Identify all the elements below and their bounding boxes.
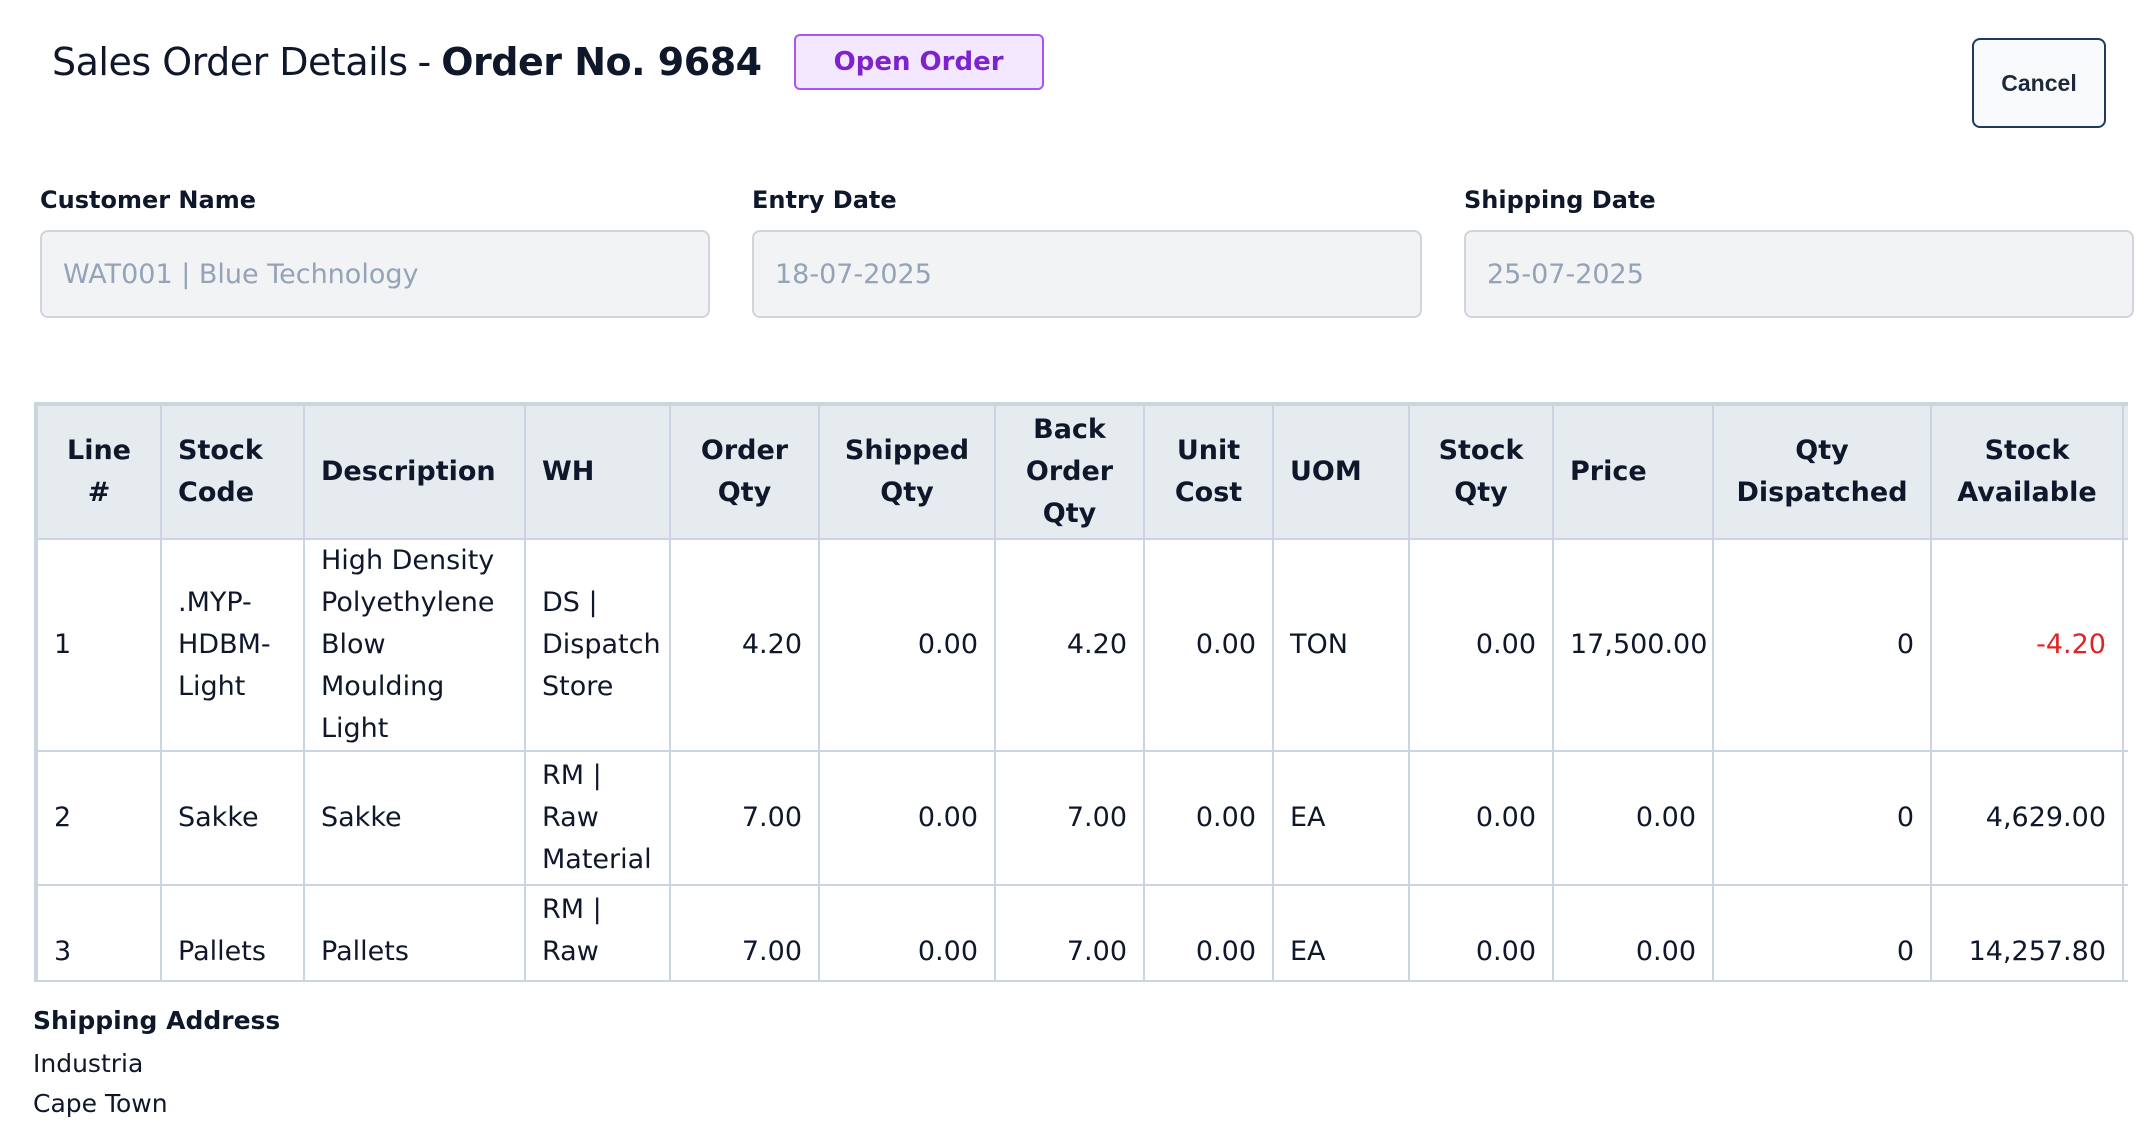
shipping-address-title: Shipping Address [33, 1006, 281, 1035]
cell-qty-dispatched: 0 [1712, 884, 1932, 980]
cell-back-order-qty: 4.20 [994, 538, 1145, 752]
cell-order-qty: 4.20 [669, 538, 820, 752]
cell-line: 3 [36, 884, 162, 980]
cell-extra: - [2122, 538, 2128, 752]
cell-back-order-qty: 7.00 [994, 884, 1145, 980]
col-header-stock-available[interactable]: Stock Available [1930, 404, 2124, 540]
page-title: Sales Order Details [52, 40, 408, 84]
col-header-description[interactable]: Description [303, 404, 526, 540]
shipping-date-field: Shipping Date [1464, 186, 2134, 318]
cell-back-order-qty: 7.00 [994, 750, 1145, 886]
table-row[interactable]: 2 Sakke Sakke RM | Raw Material 7.00 0.0… [36, 750, 2128, 886]
cell-wh: RM | Raw Material [524, 750, 671, 886]
col-header-price[interactable]: Price [1552, 404, 1714, 540]
shipping-date-input[interactable] [1464, 230, 2134, 318]
col-header-wh[interactable]: WH [524, 404, 671, 540]
col-header-uom[interactable]: UOM [1272, 404, 1410, 540]
cell-price: 17,500.00 [1552, 538, 1714, 752]
cancel-button[interactable]: Cancel [1972, 38, 2106, 128]
cell-wh: DS | Dispatch Store [524, 538, 671, 752]
cell-stock-qty: 0.00 [1408, 750, 1554, 886]
cell-wh: RM | Raw Material [524, 884, 671, 980]
order-lines-table-container[interactable]: Line # Stock Code Description WH Order Q… [34, 402, 2128, 982]
col-header-stock-qty[interactable]: Stock Qty [1408, 404, 1554, 540]
cell-price: 0.00 [1552, 750, 1714, 886]
order-lines-table: Line # Stock Code Description WH Order Q… [36, 404, 2128, 980]
cell-description: Sakke [303, 750, 526, 886]
customer-name-label: Customer Name [40, 186, 256, 214]
cell-line: 2 [36, 750, 162, 886]
customer-name-input[interactable] [40, 230, 710, 318]
col-header-line[interactable]: Line # [36, 404, 162, 540]
cell-order-qty: 7.00 [669, 884, 820, 980]
entry-date-field: Entry Date [752, 186, 1422, 318]
cell-qty-dispatched: 0 [1712, 750, 1932, 886]
cell-uom: TON [1272, 538, 1410, 752]
col-header-shipped-qty[interactable]: Shipped Qty [818, 404, 996, 540]
col-header-back-order-qty[interactable]: Back Order Qty [994, 404, 1145, 540]
col-header-extra[interactable]: ( [2122, 404, 2128, 540]
col-header-unit-cost[interactable]: Unit Cost [1143, 404, 1274, 540]
cell-unit-cost: 0.00 [1143, 884, 1274, 980]
cell-shipped-qty: 0.00 [818, 538, 996, 752]
entry-date-label: Entry Date [752, 186, 897, 214]
shipping-address-line: Industria [33, 1049, 144, 1078]
cell-stock-available: 14,257.80 [1930, 884, 2124, 980]
cell-uom: EA [1272, 884, 1410, 980]
shipping-date-label: Shipping Date [1464, 186, 1656, 214]
title-separator: - [417, 40, 432, 84]
cell-extra: - [2122, 884, 2128, 980]
cell-unit-cost: 0.00 [1143, 750, 1274, 886]
cell-order-qty: 7.00 [669, 750, 820, 886]
cell-unit-cost: 0.00 [1143, 538, 1274, 752]
cell-shipped-qty: 0.00 [818, 750, 996, 886]
cell-stock-code: Sakke [160, 750, 305, 886]
shipping-address: Shipping Address Industria Cape Town [33, 1006, 280, 1124]
cell-uom: EA [1272, 750, 1410, 886]
cell-description: High Density Polyethylene Blow Moulding … [303, 538, 526, 752]
cell-price: 0.00 [1552, 884, 1714, 980]
order-number: Order No. 9684 [441, 40, 762, 84]
table-row[interactable]: 3 Pallets Pallets RM | Raw Material 7.00… [36, 884, 2128, 980]
shipping-address-line: Cape Town [33, 1089, 168, 1118]
cell-stock-available: 4,629.00 [1930, 750, 2124, 886]
cell-extra: - [2122, 750, 2128, 886]
table-header-row: Line # Stock Code Description WH Order Q… [36, 404, 2128, 540]
status-badge: Open Order [793, 34, 1044, 90]
cell-stock-code: Pallets [160, 884, 305, 980]
entry-date-input[interactable] [752, 230, 1422, 318]
cell-stock-available: -4.20 [1930, 538, 2124, 752]
customer-name-field: Customer Name [40, 186, 710, 318]
page-header: Sales Order Details - Order No. 9684 Ope… [52, 34, 1044, 90]
cell-stock-code: .MYP-HDBM-Light [160, 538, 305, 752]
cell-stock-qty: 0.00 [1408, 884, 1554, 980]
cell-stock-qty: 0.00 [1408, 538, 1554, 752]
cell-line: 1 [36, 538, 162, 752]
col-header-order-qty[interactable]: Order Qty [669, 404, 820, 540]
cell-qty-dispatched: 0 [1712, 538, 1932, 752]
cell-shipped-qty: 0.00 [818, 884, 996, 980]
col-header-stock-code[interactable]: Stock Code [160, 404, 305, 540]
table-row[interactable]: 1 .MYP-HDBM-Light High Density Polyethyl… [36, 538, 2128, 752]
cell-description: Pallets [303, 884, 526, 980]
col-header-qty-dispatched[interactable]: Qty Dispatched [1712, 404, 1932, 540]
